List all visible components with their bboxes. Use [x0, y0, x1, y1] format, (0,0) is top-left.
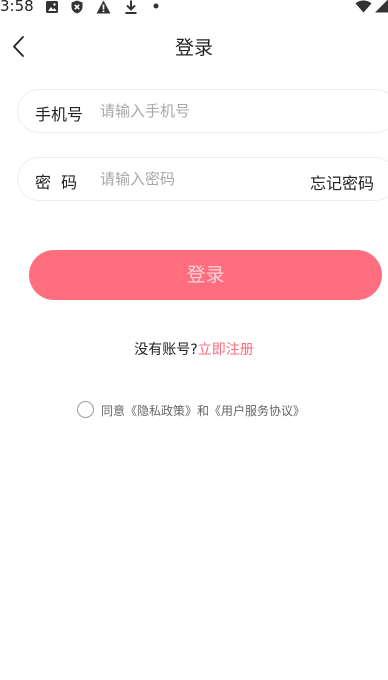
- shield-icon: [70, 0, 84, 14]
- warning-icon: [96, 0, 111, 14]
- phone-input[interactable]: [100, 97, 290, 125]
- download-icon: [124, 0, 138, 14]
- image-icon: [45, 0, 59, 14]
- phone-label: 手机号: [35, 105, 84, 124]
- password-field: 密 码 忘记密码: [17, 157, 388, 201]
- signal-icon: [375, 0, 388, 13]
- privacy-policy-link[interactable]: 《隐私政策》: [125, 404, 197, 418]
- terms-of-service-link[interactable]: 《用户服务协议》: [209, 404, 305, 418]
- agreement-checkbox[interactable]: [77, 401, 94, 418]
- forgot-password-link[interactable]: 忘记密码: [310, 170, 374, 194]
- status-time: 3:58: [0, 0, 34, 15]
- wifi-icon: [355, 0, 372, 13]
- phone-field: 手机号: [17, 89, 388, 133]
- dot-icon: [153, 3, 159, 17]
- agreement-prefix: 同意: [101, 404, 126, 418]
- password-label: 密 码: [35, 173, 78, 192]
- login-button[interactable]: 登录: [29, 250, 382, 300]
- password-input[interactable]: [100, 165, 280, 193]
- agreement-text: 同意《隐私政策》和《用户服务协议》: [101, 402, 305, 419]
- status-bar: 3:58: [0, 0, 388, 16]
- agreement-joiner: 和: [197, 404, 210, 418]
- register-line: 没有账号?立即注册: [0, 339, 388, 359]
- register-link[interactable]: 立即注册: [198, 342, 254, 358]
- register-prompt: 没有账号?: [134, 342, 198, 358]
- page-title: 登录: [174, 37, 213, 59]
